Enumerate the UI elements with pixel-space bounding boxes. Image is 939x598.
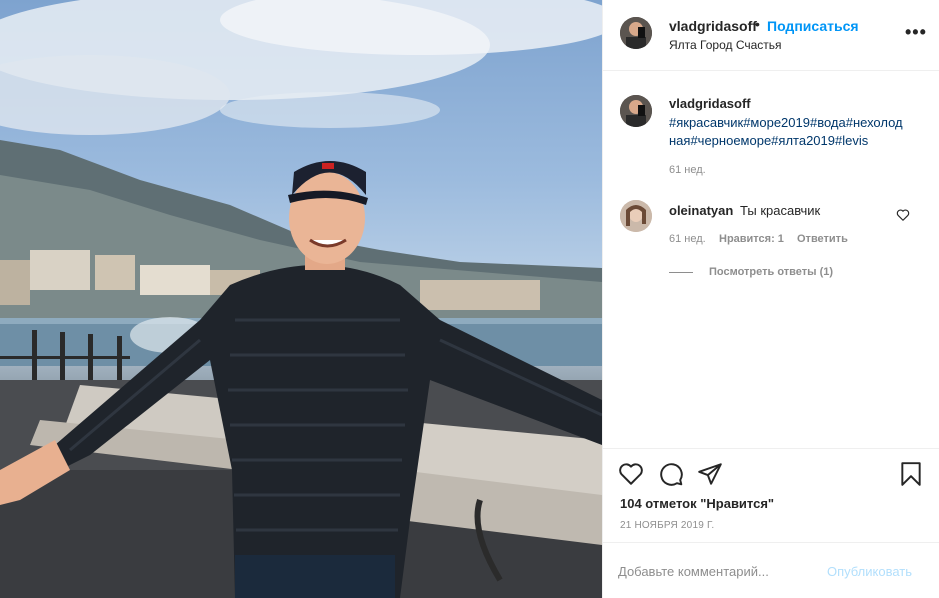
actions-divider (603, 448, 939, 449)
separator-dot: • (755, 16, 760, 32)
replies-divider (669, 272, 693, 273)
add-comment-input[interactable] (618, 556, 818, 586)
caption-username[interactable]: vladgridasoff (669, 96, 751, 111)
comment-text: Ты красавчик (740, 203, 821, 218)
post-header: vladgridasoff • Подписаться Ялта Город С… (603, 0, 939, 71)
commenter-username[interactable]: oleinatyan (669, 203, 733, 218)
post-date[interactable]: 21 НОЯБРЯ 2019 Г. (620, 520, 714, 531)
likes-count[interactable]: 104 отметок "Нравится" (620, 496, 774, 511)
caption-avatar-image (620, 95, 652, 127)
caption-hashtags[interactable]: #якрасавчик#море2019#вода#нехолодная#чер… (669, 114, 909, 150)
comment-timestamp[interactable]: 61 нед. (669, 233, 706, 245)
author-avatar-image (620, 17, 652, 49)
caption-author-avatar[interactable] (620, 95, 652, 127)
comment-likes[interactable]: Нравится: 1 (719, 233, 784, 245)
location-link[interactable]: Ялта Город Счастья (669, 38, 782, 52)
heart-icon[interactable] (618, 461, 644, 487)
commenter-avatar-image (620, 200, 652, 232)
author-username[interactable]: vladgridasoff (669, 18, 757, 34)
caption-timestamp[interactable]: 61 нед. (669, 164, 706, 176)
photo-scene (0, 0, 602, 598)
view-replies-button[interactable]: Посмотреть ответы (1) (709, 266, 833, 278)
more-options-icon[interactable]: ••• (905, 23, 927, 41)
author-avatar[interactable] (620, 17, 652, 49)
comment-heart-icon[interactable] (896, 208, 910, 222)
post-sidebar: vladgridasoff • Подписаться Ялта Город С… (602, 0, 939, 598)
comment-icon[interactable] (658, 461, 684, 487)
reply-button[interactable]: Ответить (797, 233, 848, 245)
comment-input-divider (603, 542, 939, 543)
share-icon[interactable] (697, 461, 723, 487)
bookmark-icon[interactable] (898, 461, 924, 487)
publish-button[interactable]: Опубликовать (827, 564, 912, 579)
post-photo[interactable] (0, 0, 602, 598)
follow-button[interactable]: Подписаться (767, 18, 859, 34)
commenter-avatar[interactable] (620, 200, 652, 232)
